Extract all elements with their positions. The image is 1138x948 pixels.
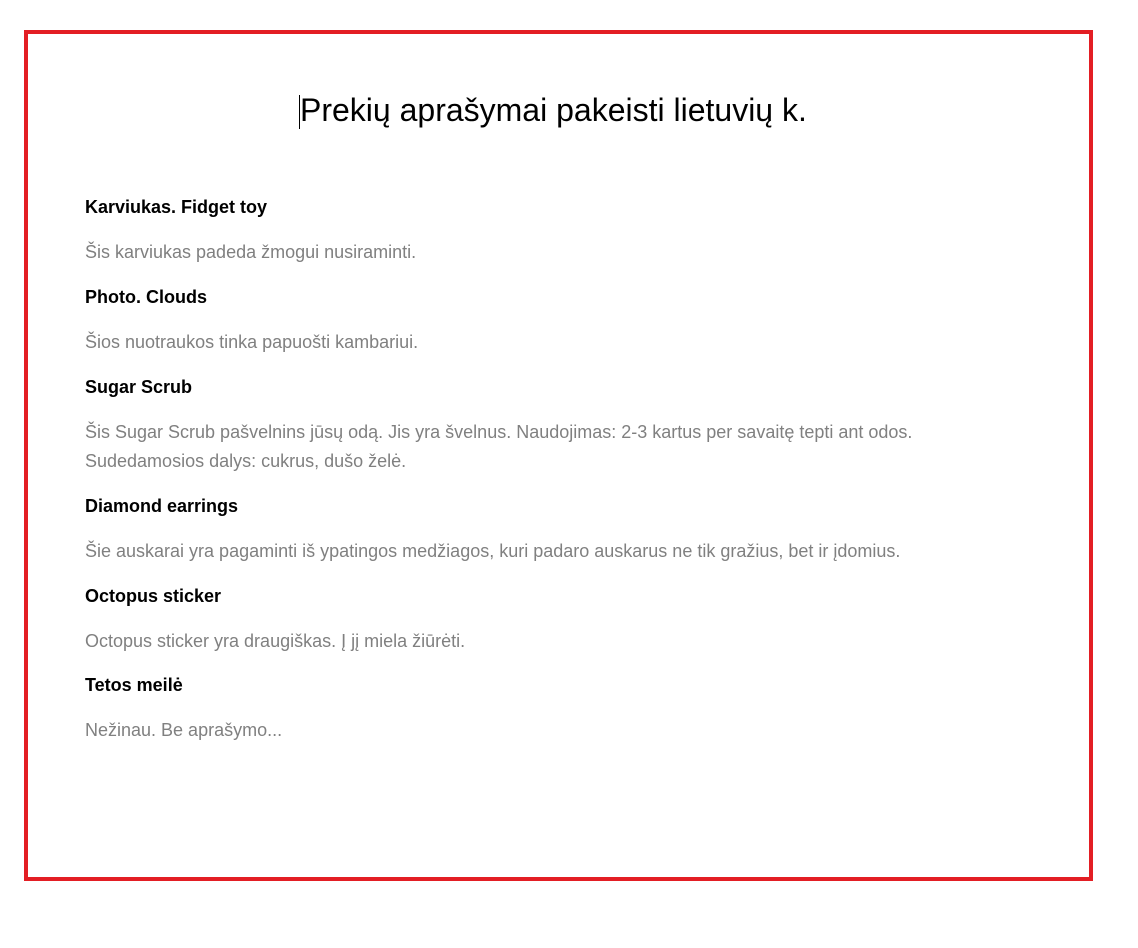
product-name[interactable]: Photo. Clouds (85, 287, 207, 308)
product-description[interactable]: Šis Sugar Scrub pašvelnins jūsų odą. Jis… (85, 418, 1025, 476)
product-name[interactable]: Octopus sticker (85, 586, 221, 607)
product-name[interactable]: Tetos meilė (85, 675, 183, 696)
product-description[interactable]: Šie auskarai yra pagaminti iš ypatingos … (85, 537, 1025, 566)
product-name[interactable]: Diamond earrings (85, 496, 238, 517)
product-name[interactable]: Karviukas. Fidget toy (85, 197, 267, 218)
product-description[interactable]: Octopus sticker yra draugiškas. Į jį mie… (85, 627, 1025, 656)
product-description[interactable]: Nežinau. Be aprašymo... (85, 716, 1025, 745)
product-description[interactable]: Šis karviukas padeda žmogui nusiraminti. (85, 238, 1025, 267)
product-name[interactable]: Sugar Scrub (85, 377, 192, 398)
document-title[interactable]: Prekių aprašymai pakeisti lietuvių k. (300, 92, 807, 129)
product-description[interactable]: Šios nuotraukos tinka papuošti kambariui… (85, 328, 1025, 357)
